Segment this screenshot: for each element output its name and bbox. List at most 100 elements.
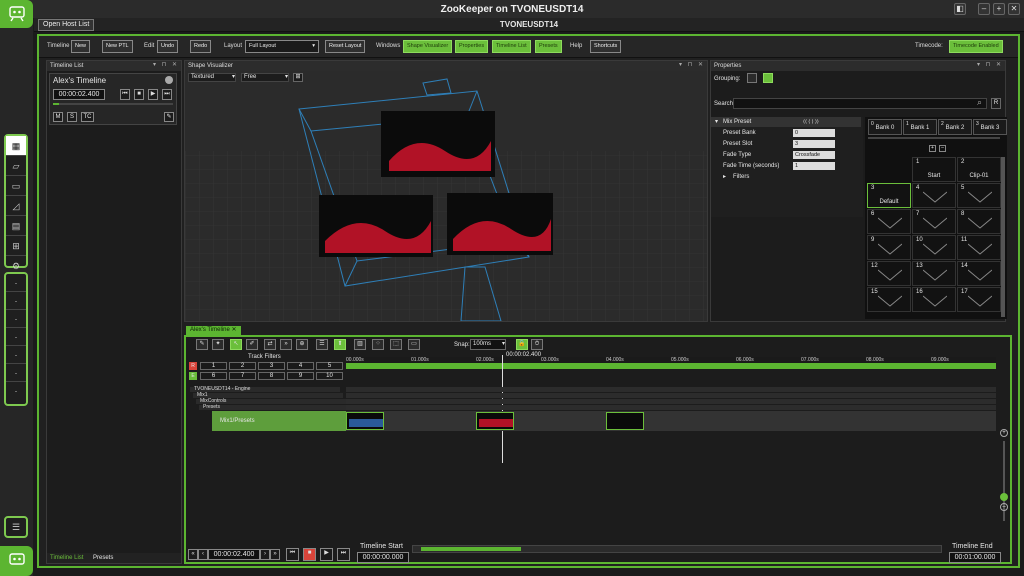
stop-icon[interactable]: ■ [303,548,316,561]
preset-slot[interactable]: 10 [912,235,956,260]
timecode-button[interactable]: TC [81,112,94,122]
minimize-button[interactable]: – [978,3,990,15]
clip[interactable] [606,412,644,430]
filter-number-button[interactable]: 2 [229,362,256,370]
select-icon[interactable]: ↖ [230,339,242,350]
pencil-icon[interactable]: ✎ [196,339,208,350]
rail-slot[interactable]: · [6,364,26,382]
stop-icon[interactable]: ■ [134,89,144,100]
bottom-logo-icon[interactable] [0,546,33,576]
panel-controls-icon[interactable]: ▾ ⊓ ✕ [977,61,1003,68]
fade-time-field[interactable]: 1 [793,162,835,170]
play-icon[interactable]: ▶ [148,89,158,100]
filter-number-button[interactable]: 1 [200,362,227,370]
step-back-fast-icon[interactable]: « [188,549,198,560]
preset-slot[interactable]: 5 [957,183,1001,208]
restore-icon[interactable]: ◧ [954,3,966,15]
preset-bank-field[interactable]: 0 [793,129,835,137]
filter-e-icon[interactable]: E [189,372,197,380]
preset-slot[interactable]: 2 Clip-01 [957,157,1001,182]
marker-icon[interactable]: ⬆ [334,339,346,350]
time-ruler[interactable]: 00.000s 01.000s 02.000s 03.000s 04.000s 05.00… [346,357,996,369]
slots-scrollbar[interactable] [1001,157,1005,317]
zoom-in-icon[interactable]: + [1000,429,1008,437]
window-presets-button[interactable]: Presets [535,40,562,53]
filter-number-button[interactable]: 3 [258,362,285,370]
clip[interactable] [476,412,514,430]
preset-slot[interactable]: 7 [912,209,956,234]
step-back-icon[interactable]: ‹ [198,549,208,560]
rail-slot[interactable]: · [6,346,26,364]
track-lane[interactable] [346,387,996,392]
layer-track[interactable] [346,411,996,431]
timeline-end-field[interactable]: 00:01:00.000 [949,552,1001,563]
rail-film-icon[interactable]: ▭ [6,176,26,196]
filter-number-button[interactable]: 10 [316,372,343,380]
timeline-card[interactable]: Alex's Timeline 00:00:02.400 ⏮ ■ ▶ ⏭ M S… [49,73,177,125]
forward-icon[interactable]: » [280,339,292,350]
clip[interactable] [346,412,384,430]
track-header[interactable]: Presets [199,405,349,410]
chart-icon[interactable]: ▥ [354,339,366,350]
rail-slot[interactable]: · [6,292,26,310]
filter-number-button[interactable]: 8 [258,372,285,380]
skip-back-icon[interactable]: ⏮ [286,548,299,561]
mute-button[interactable]: M [53,112,63,122]
preset-slot[interactable]: 4 [912,183,956,208]
zoom-icon[interactable]: ⊕ [296,339,308,350]
skip-back-icon[interactable]: ⏮ [120,89,130,100]
filter-number-button[interactable]: 6 [200,372,227,380]
preset-slot[interactable]: 6 [867,209,911,234]
nav-arrows-icon[interactable]: ⟨⟨ ⟨ ⟩ ⟩⟩ [803,117,819,127]
group-list-icon[interactable] [747,73,757,83]
snap-select[interactable]: 100ms ▾ [470,339,506,350]
preset-slot[interactable]: 15 [867,287,911,312]
undo-button[interactable]: Undo [157,40,179,53]
grid-toggle-icon[interactable]: ⊞ [293,73,303,82]
maximize-button[interactable]: + [993,3,1005,15]
preset-slot[interactable]: 16 [912,287,956,312]
group-category-icon[interactable] [763,73,773,83]
mix-preset-section[interactable]: ▾ Mix Preset ⟨⟨ ⟨ ⟩ ⟩⟩ [711,117,861,127]
preset-slot[interactable]: 13 [912,261,956,286]
bank-add-icon[interactable]: + [929,145,936,152]
rail-slot[interactable]: · [6,382,26,400]
preset-slot[interactable]: 3 Default [867,183,911,208]
redo-button[interactable]: Redo [190,40,212,53]
preset-slot-field[interactable]: 3 [793,140,835,148]
layer-header[interactable]: Mix1/Presets [212,411,346,431]
reset-layout-button[interactable]: Reset Layout [325,40,366,53]
bank-button[interactable]: 3 Bank 3 [973,119,1007,135]
panel-controls-icon[interactable]: ▾ ⊓ ✕ [679,61,705,68]
screen-icon[interactable]: ▭ [408,339,420,350]
preset-slot[interactable]: 12 [867,261,911,286]
rail-timeline-icon[interactable]: ▦ [6,136,26,156]
app-logo-icon[interactable] [0,0,33,28]
window-shape-visualizer-button[interactable]: Shape Visualizer [403,40,453,53]
current-time-field[interactable]: 00:00:02.400 [208,549,260,560]
tab-presets[interactable]: Presets [93,555,113,561]
timer-icon[interactable]: ⏱ [531,339,543,350]
bank-remove-icon[interactable]: – [939,145,946,152]
preset-slot[interactable]: 14 [957,261,1001,286]
filter-number-button[interactable]: 4 [287,362,314,370]
tab-timeline-list[interactable]: Timeline List [50,555,83,561]
track-lane[interactable] [346,399,996,404]
rail-list-icon[interactable]: ☰ [4,516,28,538]
work-area-bar[interactable] [346,363,996,369]
track-header[interactable]: TVONEUSDT14 - Engine [190,387,340,392]
preset-slot[interactable]: 9 [867,235,911,260]
filter-number-button[interactable]: 5 [316,362,343,370]
scrollbar-thumb[interactable] [421,547,521,551]
viewport-3d[interactable] [185,71,707,321]
render-mode-select[interactable]: Textured ▾ [188,73,236,82]
camera-mode-select[interactable]: Free ▾ [241,73,289,82]
timecode-enabled-button[interactable]: Timecode Enabled [949,40,1003,53]
link-icon[interactable]: ⇄ [264,339,276,350]
paint-icon[interactable]: ✐ [246,339,258,350]
window-properties-button[interactable]: Properties [455,40,489,53]
tab-alexs-timeline[interactable]: Alex's Timeline ✕ [186,326,241,335]
filters-section[interactable]: ▸ Filters [711,172,861,182]
rail-slot[interactable]: · [6,274,26,292]
timeline-progress[interactable] [53,103,173,105]
